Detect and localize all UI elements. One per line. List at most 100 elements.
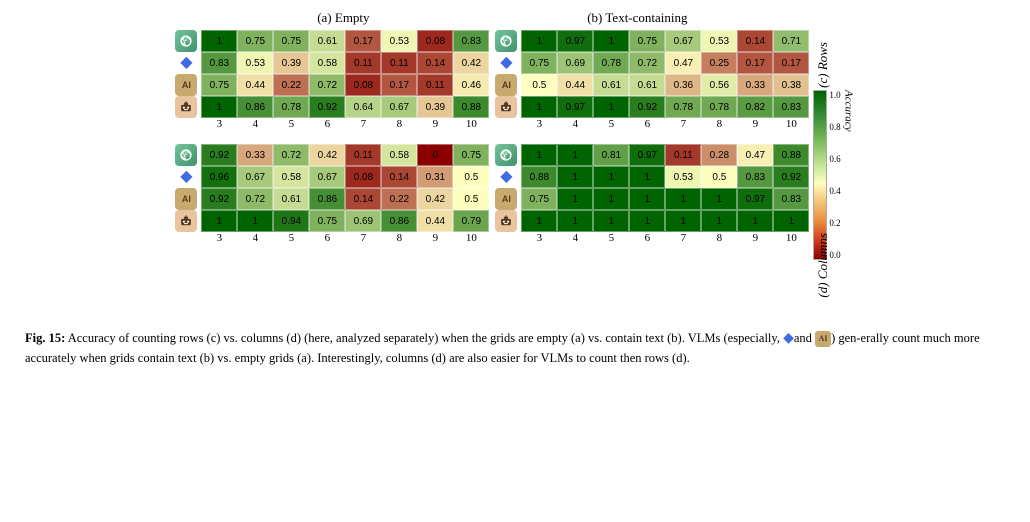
heatmap-cell: 1 <box>237 210 273 232</box>
claude-icon: AI <box>495 74 517 96</box>
heatmap-cell: 0.67 <box>309 166 345 188</box>
caption: Fig. 15: Accuracy of counting rows (c) v… <box>25 328 1005 368</box>
heatmap-row: 10.860.780.920.640.670.390.88 <box>175 96 489 118</box>
heatmap-cell: 1 <box>593 30 629 52</box>
heatmap-cell: 0.47 <box>665 52 701 74</box>
robot-icon <box>495 210 517 232</box>
heatmap-cell: 0.92 <box>629 96 665 118</box>
heatmap-cell: 0.75 <box>237 30 273 52</box>
heatmap-cell: 0.53 <box>665 166 701 188</box>
heatmap-cell: 0.28 <box>701 144 737 166</box>
heatmap-row: 110.940.750.690.860.440.79 <box>175 210 489 232</box>
heatmap-cell: 1 <box>557 210 593 232</box>
gpt-icon <box>175 144 197 166</box>
gemini-icon-inline: ◆ <box>783 331 794 346</box>
colorbar-area: 1.0 0.8 0.6 0.4 0.2 0.0 Accuracy <box>813 120 854 210</box>
gpt-icon <box>495 144 517 166</box>
heatmap-cell: 0.75 <box>629 30 665 52</box>
heatmap-cell: 1 <box>629 210 665 232</box>
heatmap-cell: 0.61 <box>309 30 345 52</box>
heatmap-cell: 1 <box>701 210 737 232</box>
heatmap-cell: 0.82 <box>737 96 773 118</box>
heatmap-cell: 0.83 <box>773 188 809 210</box>
main-container: (a) Empty (b) Text-containing 10.750.750… <box>20 10 1010 368</box>
heatmap-cell: 0.78 <box>593 52 629 74</box>
caption-text: Accuracy of counting rows (c) vs. column… <box>25 331 980 365</box>
heatmap-cell: 0.92 <box>201 188 237 210</box>
gemini-icon: ◆ <box>495 52 517 74</box>
heatmap-cell: 0.58 <box>273 166 309 188</box>
heatmap-cell: 0.11 <box>345 52 381 74</box>
heatmap-cell: 0.56 <box>701 74 737 96</box>
robot-icon <box>175 96 197 118</box>
heatmap-cell: 0.36 <box>665 74 701 96</box>
heatmap-cell: 0.08 <box>345 74 381 96</box>
heatmap-row: ◆ 0.881110.530.50.830.92 <box>495 166 809 188</box>
heatmap-cell: 0.81 <box>593 144 629 166</box>
heatmap-cell: 0.47 <box>737 144 773 166</box>
rows-block: 10.750.750.610.170.530.080.83 ◆ 0.830.53… <box>175 30 809 130</box>
x-axis-label: 7 <box>665 118 701 130</box>
title-empty: (a) Empty <box>199 10 487 26</box>
heatmap-cell: 0.44 <box>417 210 453 232</box>
heatmap-cell: 1 <box>629 188 665 210</box>
heatmap-cell: 0.86 <box>237 96 273 118</box>
heatmap-cell: 0.88 <box>773 144 809 166</box>
x-axis-label: 7 <box>345 232 381 244</box>
heatmap-cell: 0.08 <box>345 166 381 188</box>
claude-icon-inline: AI <box>815 331 831 347</box>
x-axis-label: 3 <box>201 232 237 244</box>
heatmap-cell: 1 <box>593 188 629 210</box>
heatmap-row: AI0.75111110.970.83 <box>495 188 809 210</box>
cols-label: (d) Columns <box>813 231 833 300</box>
heatmap-cell: 0.17 <box>381 74 417 96</box>
cols-block: 0.920.330.720.420.110.5800.75 ◆ 0.960.67… <box>175 144 809 244</box>
x-axis-label: 9 <box>737 118 773 130</box>
heatmap-cell: 1 <box>521 210 557 232</box>
heatmap-cell: 0.96 <box>201 166 237 188</box>
cb-label-04: 0.4 <box>829 186 840 196</box>
heatmap-cell: 0.25 <box>701 52 737 74</box>
heatmap-cell: 0.97 <box>557 96 593 118</box>
right-labels: (c) Rows 1.0 0.8 0.6 0.4 0.2 0.0 Accurac… <box>813 10 854 320</box>
heatmap-cell: 0.92 <box>773 166 809 188</box>
heatmap-row: ◆ 0.960.670.580.670.080.140.310.5 <box>175 166 489 188</box>
heatmap-cell: 0.42 <box>417 188 453 210</box>
heatmap-cell: 0.67 <box>237 166 273 188</box>
heatmap-cell: 1 <box>201 210 237 232</box>
heatmap-cell: 0.92 <box>309 96 345 118</box>
claude-icon: AI <box>175 74 197 96</box>
heatmap-cell: 0.83 <box>773 96 809 118</box>
charts-area: (a) Empty (b) Text-containing 10.750.750… <box>20 10 1010 320</box>
heatmap-cell: 0.44 <box>557 74 593 96</box>
x-axis-label: 6 <box>629 232 665 244</box>
x-axis-label: 4 <box>237 232 273 244</box>
heatmap-cell: 0.53 <box>701 30 737 52</box>
x-axis-label: 9 <box>417 118 453 130</box>
heatmap-cell: 0.46 <box>453 74 489 96</box>
heatmap-cell: 0.17 <box>737 52 773 74</box>
rows-grids: 10.750.750.610.170.530.080.83 ◆ 0.830.53… <box>175 30 809 118</box>
heatmap-cell: 1 <box>593 210 629 232</box>
heatmap-cell: 0.22 <box>381 188 417 210</box>
heatmap-cell: 0.14 <box>345 188 381 210</box>
heatmap-cell: 0.33 <box>237 144 273 166</box>
heatmap-cell: 0.86 <box>309 188 345 210</box>
heatmap-row: ◆ 0.830.530.390.580.110.110.140.42 <box>175 52 489 74</box>
heatmap-cell: 1 <box>201 30 237 52</box>
heatmap-cell: 1 <box>593 166 629 188</box>
caption-bold: Fig. 15: <box>25 331 65 345</box>
x-axis-label: 10 <box>453 232 489 244</box>
heatmap-cell: 0.67 <box>381 96 417 118</box>
x-axis-label: 3 <box>521 118 557 130</box>
heatmap-cell: 0.88 <box>521 166 557 188</box>
heatmap-cell: 0.83 <box>737 166 773 188</box>
heatmap-cell: 0.11 <box>417 74 453 96</box>
heatmap-row: 10.9710.750.670.530.140.71 <box>495 30 809 52</box>
x-axis-label: 10 <box>773 118 809 130</box>
x-axis-label: 3 <box>521 232 557 244</box>
gemini-icon: ◆ <box>175 166 197 188</box>
x-axis-label: 4 <box>557 118 593 130</box>
heatmap-cell: 0.88 <box>453 96 489 118</box>
heatmap-row: 10.750.750.610.170.530.080.83 <box>175 30 489 52</box>
